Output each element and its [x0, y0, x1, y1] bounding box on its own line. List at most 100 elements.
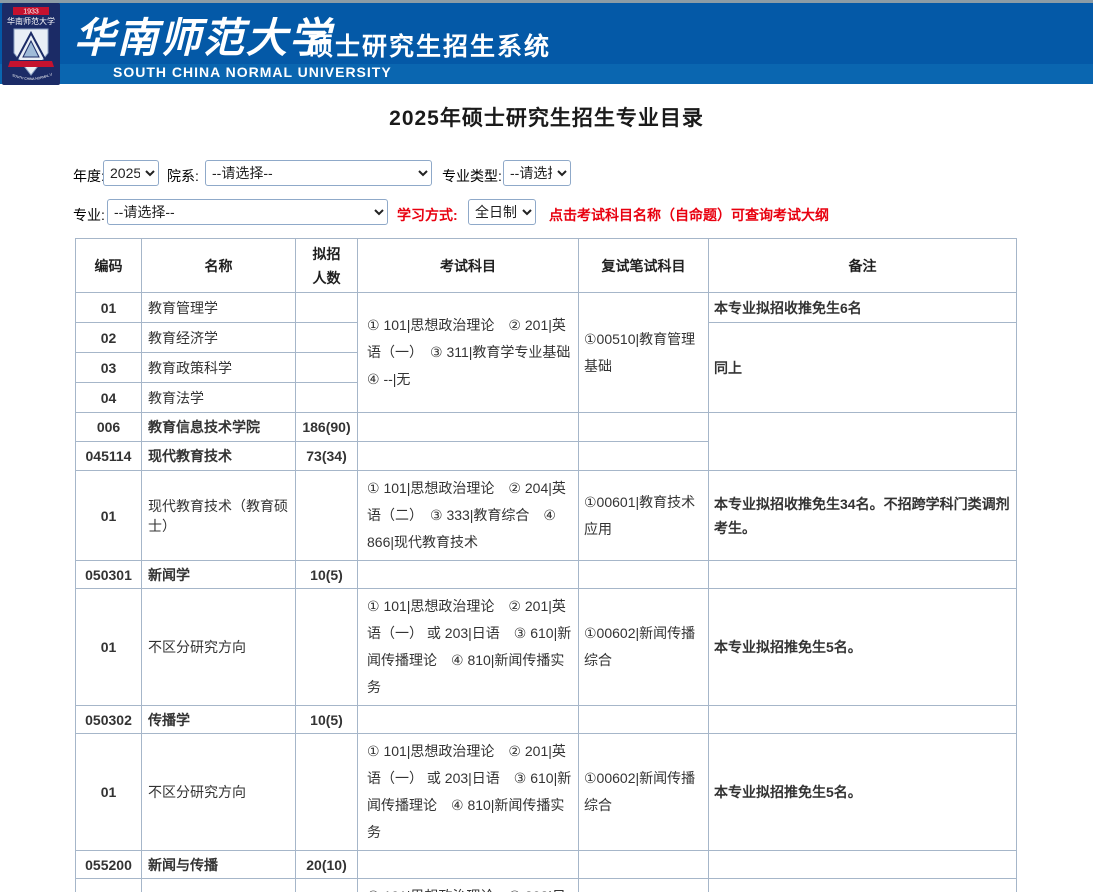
name-cell: 新闻与传播: [142, 879, 296, 892]
remark-cell: 本专业拟招推免生10名。: [709, 879, 1017, 892]
retest-subjects-cell[interactable]: ①00603|新闻传播学综合: [579, 879, 709, 892]
catalog-table: 编码 名称 拟招人数 考试科目 复试笔试科目 备注 01 教育管理学 ① 101…: [75, 238, 1017, 892]
retest-subjects-cell[interactable]: ①00602|新闻传播综合: [579, 589, 709, 706]
name-cell: 现代教育技术（教育硕士）: [142, 471, 296, 561]
svg-text:1933: 1933: [23, 9, 39, 16]
remark-cell: 同上: [709, 323, 1017, 413]
quota-cell: [296, 734, 358, 851]
exam-subjects-cell: [358, 442, 579, 471]
quota-cell: [296, 353, 358, 383]
exam-subjects-cell[interactable]: ① 101|思想政治理论 ② 201|英语（一） 或 203|日语 ③ 610|…: [358, 734, 579, 851]
code-cell: 01: [76, 471, 142, 561]
name-cell: 教育经济学: [142, 323, 296, 353]
code-cell: 01: [76, 293, 142, 323]
table-row: 01 现代教育技术（教育硕士） ① 101|思想政治理论 ② 204|英语（二）…: [76, 471, 1017, 561]
quota-cell: 10(5): [296, 706, 358, 734]
exam-subjects-cell[interactable]: ① 101|思想政治理论 ② 201|英语（一） ③ 311|教育学专业基础 ④…: [358, 293, 579, 413]
retest-subjects-cell: [579, 413, 709, 442]
retest-subjects-cell: [579, 851, 709, 879]
retest-subjects-cell[interactable]: ①00601|教育技术应用: [579, 471, 709, 561]
name-cell: 传播学: [142, 706, 296, 734]
remark-cell: [709, 706, 1017, 734]
remark-cell: 本专业拟招收推免生6名: [709, 293, 1017, 323]
university-name-cn: 华南师范大学: [74, 4, 332, 64]
year-label: 年度:: [73, 166, 105, 186]
quota-cell: [296, 293, 358, 323]
code-cell: 050302: [76, 706, 142, 734]
remark-cell: [709, 561, 1017, 589]
col-header-remarks: 备注: [709, 239, 1017, 293]
university-name-en: SOUTH CHINA NORMAL UNIVERSITY: [113, 64, 392, 80]
table-row: 01 教育管理学 ① 101|思想政治理论 ② 201|英语（一） ③ 311|…: [76, 293, 1017, 323]
retest-subjects-cell: [579, 561, 709, 589]
code-cell: 04: [76, 383, 142, 413]
page-title: 2025年硕士研究生招生专业目录: [0, 102, 1093, 132]
exam-syllabus-note: 点击考试科目名称（自命题）可查询考试大纲: [549, 205, 829, 225]
retest-subjects-cell: [579, 706, 709, 734]
quota-cell: 20(10): [296, 851, 358, 879]
svg-text:华南师范大学: 华南师范大学: [7, 16, 55, 26]
quota-cell: [296, 383, 358, 413]
remark-cell: [709, 851, 1017, 879]
exam-subjects-cell: [358, 851, 579, 879]
exam-subjects-cell: [358, 413, 579, 442]
name-cell: 新闻与传播: [142, 851, 296, 879]
exam-subjects-cell[interactable]: ① 101|思想政治理论 ② 203|日语 或 204|英语（二） ③ 334|…: [358, 879, 579, 892]
quota-cell: [296, 471, 358, 561]
col-header-retest-subjects: 复试笔试科目: [579, 239, 709, 293]
major-type-label: 专业类型:: [442, 166, 502, 186]
table-header-row: 编码 名称 拟招人数 考试科目 复试笔试科目 备注: [76, 239, 1017, 293]
table-row: 01 不区分研究方向 ① 101|思想政治理论 ② 201|英语（一） 或 20…: [76, 589, 1017, 706]
remark-cell: 本专业拟招收推免生34名。不招跨学科门类调剂考生。: [709, 471, 1017, 561]
code-cell: 01: [76, 879, 142, 892]
exam-subjects-cell: [358, 561, 579, 589]
code-cell: 050301: [76, 561, 142, 589]
retest-subjects-cell: [579, 442, 709, 471]
year-select[interactable]: 2025: [103, 160, 159, 186]
col-header-name: 名称: [142, 239, 296, 293]
major-type-select[interactable]: --请选择--: [503, 160, 571, 186]
exam-subjects-cell: [358, 706, 579, 734]
department-label: 院系:: [167, 166, 199, 186]
study-mode-select[interactable]: 全日制: [468, 199, 536, 225]
name-cell: 教育政策科学: [142, 353, 296, 383]
table-row: 01 不区分研究方向 ① 101|思想政治理论 ② 201|英语（一） 或 20…: [76, 734, 1017, 851]
quota-cell: [296, 879, 358, 892]
name-cell: 教育管理学: [142, 293, 296, 323]
major-select[interactable]: --请选择--: [107, 199, 388, 225]
col-header-exam-subjects: 考试科目: [358, 239, 579, 293]
remark-cell: [709, 413, 1017, 471]
code-cell: 01: [76, 589, 142, 706]
code-cell: 055200: [76, 851, 142, 879]
quota-cell: [296, 589, 358, 706]
table-row-major: 050302 传播学 10(5): [76, 706, 1017, 734]
name-cell: 新闻学: [142, 561, 296, 589]
name-cell: 不区分研究方向: [142, 589, 296, 706]
code-cell: 02: [76, 323, 142, 353]
col-header-quota: 拟招人数: [296, 239, 358, 293]
remark-cell: 本专业拟招推免生5名。: [709, 589, 1017, 706]
study-mode-label: 学习方式:: [397, 205, 458, 225]
system-name: 硕士研究生招生系统: [308, 27, 551, 63]
code-cell: 03: [76, 353, 142, 383]
quota-cell: 73(34): [296, 442, 358, 471]
table-row: 01 新闻与传播 ① 101|思想政治理论 ② 203|日语 或 204|英语（…: [76, 879, 1017, 892]
name-cell: 现代教育技术: [142, 442, 296, 471]
quota-cell: 186(90): [296, 413, 358, 442]
exam-subjects-cell[interactable]: ① 101|思想政治理论 ② 204|英语（二） ③ 333|教育综合 ④ 86…: [358, 471, 579, 561]
name-cell: 教育信息技术学院: [142, 413, 296, 442]
code-cell: 01: [76, 734, 142, 851]
code-cell: 006: [76, 413, 142, 442]
code-cell: 045114: [76, 442, 142, 471]
name-cell: 不区分研究方向: [142, 734, 296, 851]
department-select[interactable]: --请选择--: [205, 160, 432, 186]
retest-subjects-cell[interactable]: ①00602|新闻传播综合: [579, 734, 709, 851]
retest-subjects-cell[interactable]: ①00510|教育管理基础: [579, 293, 709, 413]
exam-subjects-cell[interactable]: ① 101|思想政治理论 ② 201|英语（一） 或 203|日语 ③ 610|…: [358, 589, 579, 706]
name-cell: 教育法学: [142, 383, 296, 413]
table-row-department: 006 教育信息技术学院 186(90): [76, 413, 1017, 442]
quota-cell: [296, 323, 358, 353]
remark-cell: 本专业拟招推免生5名。: [709, 734, 1017, 851]
quota-cell: 10(5): [296, 561, 358, 589]
table-row-major: 050301 新闻学 10(5): [76, 561, 1017, 589]
